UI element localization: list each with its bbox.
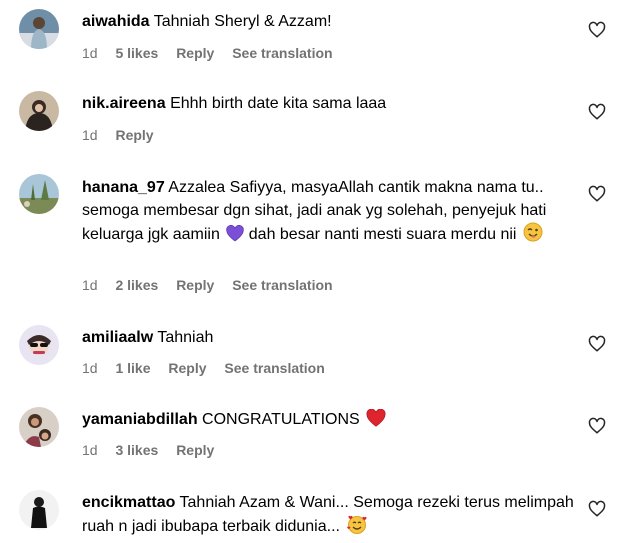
- see-translation-button[interactable]: See translation: [224, 360, 324, 376]
- comment-text: CONGRATULATIONS: [202, 411, 360, 428]
- heart-icon[interactable]: [588, 335, 606, 353]
- username[interactable]: hanana_97: [82, 179, 165, 196]
- comment-text: dah besar nanti mesti suara merdu nii: [248, 226, 517, 243]
- likes-count[interactable]: 5 likes: [115, 45, 158, 61]
- red-heart-icon: [366, 408, 386, 434]
- username[interactable]: amiliaalw: [82, 329, 153, 346]
- username[interactable]: aiwahida: [82, 13, 150, 30]
- comment-text: Tahniah: [157, 329, 214, 346]
- comment-meta: 1d Reply: [82, 126, 168, 144]
- smiling-face-with-hearts-icon: [346, 514, 368, 541]
- username[interactable]: yamaniabdillah: [82, 411, 198, 428]
- heart-icon[interactable]: [588, 103, 606, 121]
- comment-meta: 1d 5 likes Reply See translation: [82, 44, 347, 62]
- avatar[interactable]: [19, 490, 59, 530]
- heart-icon[interactable]: [588, 21, 606, 39]
- heart-icon[interactable]: [588, 417, 606, 435]
- likes-count[interactable]: 2 likes: [115, 277, 158, 293]
- comment-meta: 1d 1 like Reply See translation: [82, 359, 339, 377]
- comment-age: 1d: [82, 45, 98, 61]
- avatar[interactable]: [19, 407, 59, 447]
- reply-button[interactable]: Reply: [115, 127, 153, 143]
- likes-count[interactable]: 3 likes: [115, 442, 158, 458]
- avatar[interactable]: [19, 9, 59, 49]
- reply-button[interactable]: Reply: [176, 45, 214, 61]
- avatar[interactable]: [19, 325, 59, 365]
- comment-age: 1d: [82, 442, 98, 458]
- comment-age: 1d: [82, 277, 98, 293]
- purple-heart-icon: [226, 225, 244, 249]
- comment-meta: 1d 3 likes Reply: [82, 441, 228, 459]
- see-translation-button[interactable]: See translation: [232, 45, 332, 61]
- comment-age: 1d: [82, 127, 98, 143]
- avatar[interactable]: [19, 91, 59, 131]
- username[interactable]: encikmattao: [82, 494, 175, 511]
- reply-button[interactable]: Reply: [176, 442, 214, 458]
- comment-age: 1d: [82, 360, 98, 376]
- avatar[interactable]: [19, 174, 59, 214]
- reply-button[interactable]: Reply: [168, 360, 206, 376]
- heart-icon[interactable]: [588, 185, 606, 203]
- see-translation-button[interactable]: See translation: [232, 277, 332, 293]
- heart-icon[interactable]: [588, 500, 606, 518]
- likes-count[interactable]: 1 like: [115, 360, 150, 376]
- reply-button[interactable]: Reply: [176, 277, 214, 293]
- comment-text: Tahniah Sheryl & Azzam!: [153, 13, 332, 30]
- comment-meta: 1d 2 likes Reply See translation: [82, 276, 347, 294]
- comment-text: Ehhh birth date kita sama laaa: [170, 95, 387, 112]
- winking-face-icon: [523, 222, 543, 249]
- username[interactable]: nik.aireena: [82, 95, 166, 112]
